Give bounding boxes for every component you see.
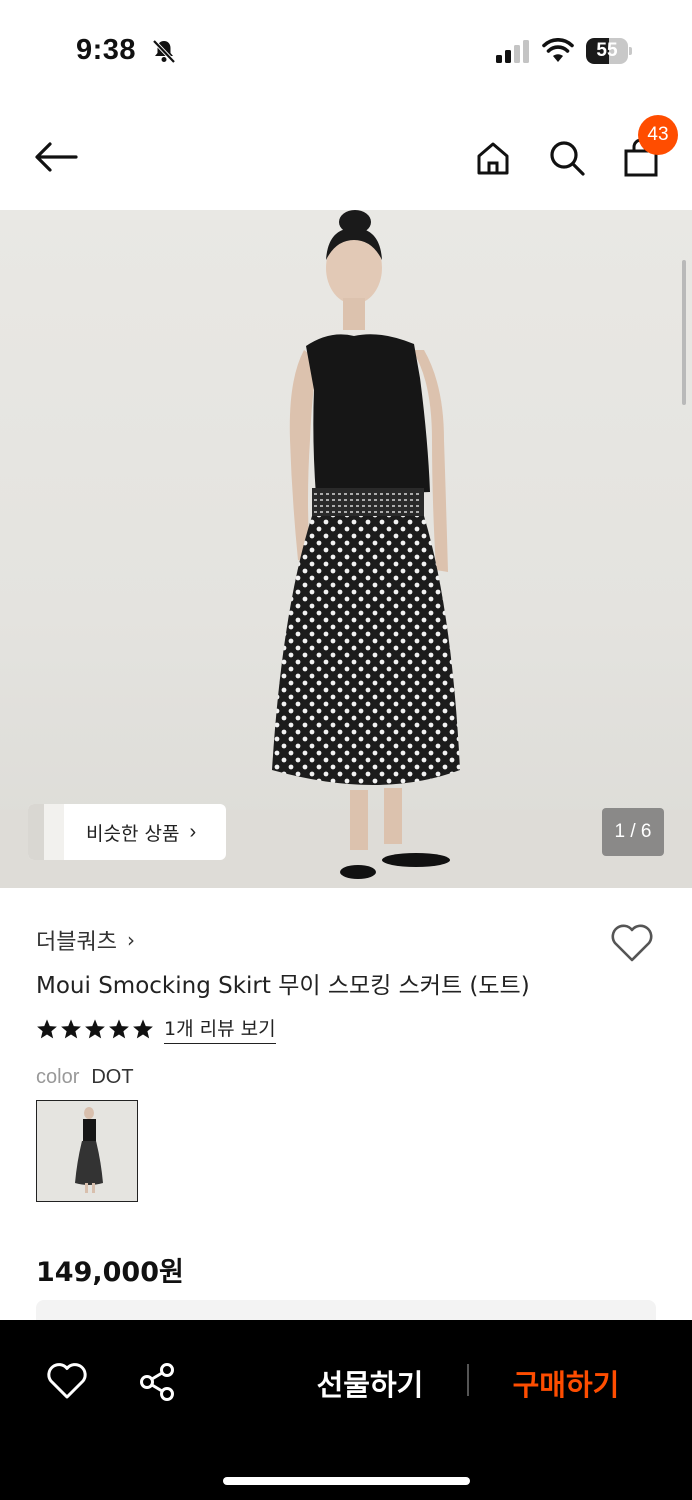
product-image-carousel[interactable]: 비슷한 상품 › 1 / 6	[0, 210, 692, 888]
color-swatch-dot[interactable]	[36, 1100, 138, 1202]
divider	[467, 1364, 469, 1396]
similar-thumbnail	[28, 804, 64, 860]
product-price: 149,000원	[36, 1257, 184, 1288]
status-time: 9:38	[76, 34, 137, 66]
cart-count-badge: 43	[638, 115, 678, 155]
rating-stars	[36, 1018, 154, 1040]
rating-row: 1개 리뷰 보기	[36, 1014, 276, 1044]
similar-products-label: 비슷한 상품	[86, 822, 180, 845]
color-label: color	[36, 1066, 80, 1088]
battery-level: 55	[596, 40, 618, 61]
share-icon	[140, 1363, 174, 1401]
wishlist-button[interactable]	[610, 923, 654, 967]
review-link[interactable]: 1개 리뷰 보기	[164, 1014, 276, 1044]
chevron-right-icon: ›	[126, 928, 135, 952]
top-nav	[0, 100, 692, 210]
swatch-photo	[37, 1101, 137, 1201]
home-indicator[interactable]	[223, 1477, 470, 1485]
back-arrow-icon	[35, 142, 78, 172]
gift-button[interactable]: 선물하기	[300, 1358, 440, 1408]
brand-link[interactable]: 더블쿼츠 ›	[36, 924, 135, 956]
bottom-action-bar: 선물하기 구매하기	[0, 1320, 692, 1500]
search-icon	[550, 141, 585, 176]
wifi-icon	[542, 38, 574, 62]
signal-icon	[496, 40, 529, 63]
scroll-indicator[interactable]	[682, 260, 686, 405]
color-value: DOT	[91, 1066, 134, 1088]
product-photo	[272, 210, 460, 879]
star-icon	[85, 1019, 105, 1039]
share-button[interactable]	[138, 1362, 178, 1402]
star-icon	[133, 1019, 153, 1039]
search-button[interactable]	[542, 133, 592, 183]
battery-icon: 55	[586, 38, 632, 64]
bell-off-icon	[152, 39, 176, 64]
wishlist-bottom-button[interactable]	[46, 1362, 88, 1402]
back-button[interactable]	[28, 133, 84, 181]
heart-icon	[611, 924, 653, 962]
buy-button[interactable]: 구매하기	[494, 1358, 638, 1408]
brand-name: 더블쿼츠	[36, 930, 117, 955]
similar-products-button[interactable]: 비슷한 상품 ›	[28, 804, 226, 860]
home-button[interactable]	[468, 133, 518, 183]
star-icon	[109, 1019, 129, 1039]
home-icon	[477, 142, 509, 175]
star-icon	[37, 1019, 57, 1039]
heart-icon	[47, 1363, 87, 1399]
color-row: color DOT	[36, 1066, 134, 1089]
product-title: Moui Smocking Skirt 무이 스모킹 스커트 (도트)	[36, 973, 530, 999]
star-icon	[61, 1019, 81, 1039]
status-bar: 9:38 55	[0, 0, 692, 100]
image-page-counter: 1 / 6	[602, 808, 664, 856]
chevron-right-icon: ›	[189, 820, 197, 843]
